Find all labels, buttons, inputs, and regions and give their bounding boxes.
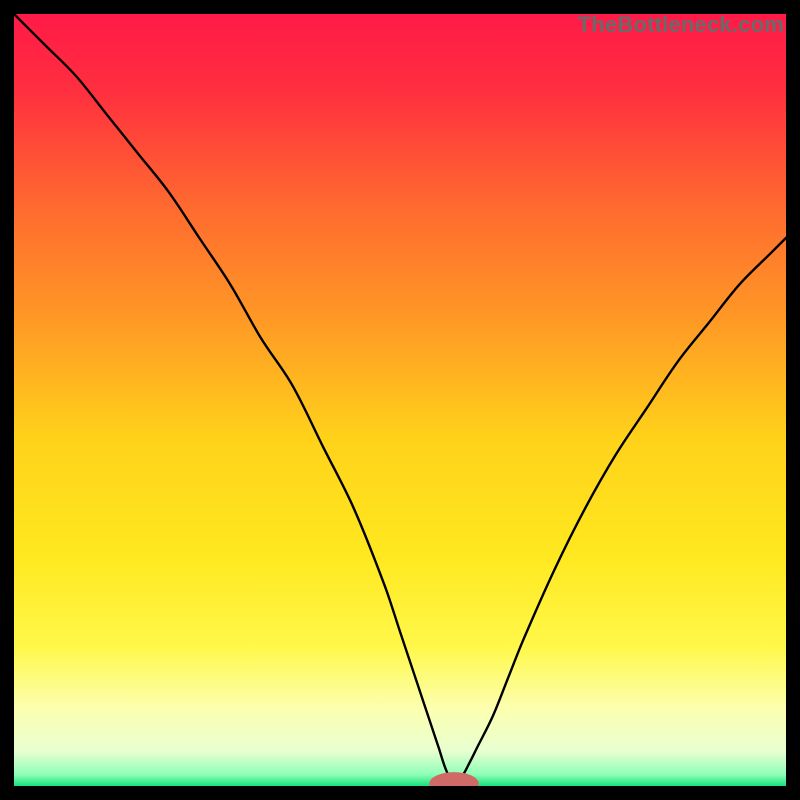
- chart-frame: TheBottleneck.com: [14, 14, 786, 786]
- watermark-text: TheBottleneck.com: [578, 12, 784, 38]
- bottleneck-chart: [14, 14, 786, 786]
- chart-background-gradient: [14, 14, 786, 786]
